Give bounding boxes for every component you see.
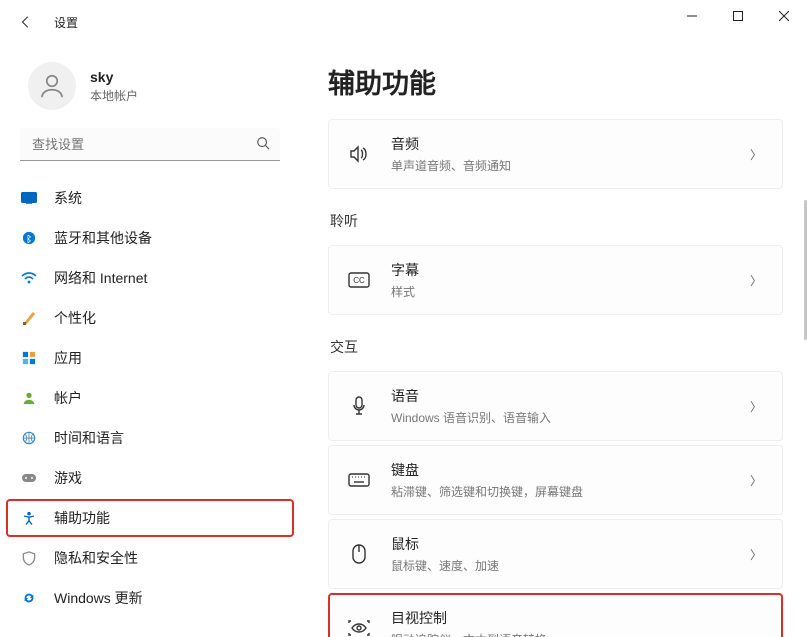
sidebar-item-label: 个性化 [54,308,96,328]
window-controls [669,0,807,32]
sidebar-item-time-language[interactable]: 时间和语言 [6,419,294,457]
maximize-icon [733,11,743,21]
minimize-button[interactable] [669,0,715,32]
brush-icon [20,309,38,327]
sidebar-item-accounts[interactable]: 帐户 [6,379,294,417]
globe-icon [20,429,38,447]
sidebar-item-windows-update[interactable]: Windows 更新 [6,579,294,617]
sidebar-item-label: 辅助功能 [54,508,110,528]
back-button[interactable] [8,4,44,40]
close-icon [779,11,789,21]
apps-icon [20,349,38,367]
main-content: 辅助功能 音频 单声道音频、音频通知 〉 聆听 CC 字幕 样式 〉 交互 语音… [300,44,807,637]
chevron-right-icon: 〉 [750,546,762,563]
maximize-button[interactable] [715,0,761,32]
person-icon [37,71,67,101]
card-keyboard[interactable]: 键盘 粘滞键、筛选键和切换键，屏幕键盘 〉 [328,445,783,515]
page-title: 辅助功能 [328,62,783,101]
card-text: 鼠标 鼠标键、速度、加速 [391,534,750,574]
svg-text:CC: CC [353,276,365,285]
card-text: 音频 单声道音频、音频通知 [391,134,750,174]
accessibility-icon [20,509,38,527]
sidebar-item-personalization[interactable]: 个性化 [6,299,294,337]
avatar [28,62,76,110]
sidebar-item-label: 应用 [54,348,82,368]
search-box[interactable] [20,128,280,161]
user-text: sky 本地帐户 [90,69,138,104]
section-interaction: 交互 [330,337,783,357]
gamepad-icon [20,469,38,487]
update-icon [20,589,38,607]
sidebar-item-label: 隐私和安全性 [54,548,138,568]
chevron-right-icon: 〉 [750,272,762,289]
mouse-icon [345,540,373,568]
sidebar-item-label: 游戏 [54,468,82,488]
card-audio[interactable]: 音频 单声道音频、音频通知 〉 [328,119,783,189]
nav-list: 系统 蓝牙和其他设备 网络和 Internet 个性化 应用 帐户 [0,179,300,617]
bluetooth-icon [20,229,38,247]
sidebar-item-label: 时间和语言 [54,428,124,448]
sidebar-item-label: 帐户 [54,388,82,408]
chevron-right-icon: 〉 [750,398,762,415]
sidebar-item-gaming[interactable]: 游戏 [6,459,294,497]
card-title: 键盘 [391,460,750,480]
card-text: 目视控制 眼动追踪仪，文本到语音转换 [391,608,768,637]
card-subtitle: 单声道音频、音频通知 [391,157,750,174]
card-subtitle: 粘滞键、筛选键和切换键，屏幕键盘 [391,483,750,500]
card-title: 字幕 [391,260,750,280]
sidebar: sky 本地帐户 系统 蓝牙和其他设备 网络和 Internet [0,44,300,637]
minimize-icon [687,11,697,21]
sidebar-item-bluetooth[interactable]: 蓝牙和其他设备 [6,219,294,257]
search-icon [256,136,270,153]
search-input[interactable] [32,137,256,152]
captions-icon: CC [345,266,373,294]
card-text: 字幕 样式 [391,260,750,300]
content-area: sky 本地帐户 系统 蓝牙和其他设备 网络和 Internet [0,44,807,637]
sidebar-item-accessibility[interactable]: 辅助功能 [6,499,294,537]
user-subtitle: 本地帐户 [90,87,138,104]
card-text: 语音 Windows 语音识别、语音输入 [391,386,750,426]
card-title: 鼠标 [391,534,750,554]
chevron-right-icon: 〉 [750,472,762,489]
card-title: 目视控制 [391,608,768,628]
speaker-icon [345,140,373,168]
card-speech[interactable]: 语音 Windows 语音识别、语音输入 〉 [328,371,783,441]
sidebar-item-network[interactable]: 网络和 Internet [6,259,294,297]
card-subtitle: Windows 语音识别、语音输入 [391,409,750,426]
section-hearing: 聆听 [330,211,783,231]
card-subtitle: 鼠标键、速度、加速 [391,557,750,574]
wifi-icon [20,269,38,287]
keyboard-icon [345,466,373,494]
sidebar-item-system[interactable]: 系统 [6,179,294,217]
arrow-left-icon [19,15,33,29]
card-title: 语音 [391,386,750,406]
shield-icon [20,549,38,567]
eye-control-icon [345,614,373,637]
display-icon [20,189,38,207]
chevron-right-icon: 〉 [750,146,762,163]
card-text: 键盘 粘滞键、筛选键和切换键，屏幕键盘 [391,460,750,500]
user-name: sky [90,69,138,85]
card-subtitle: 样式 [391,283,750,300]
card-eye-control[interactable]: 目视控制 眼动追踪仪，文本到语音转换 [328,593,783,637]
account-icon [20,389,38,407]
sidebar-item-label: 蓝牙和其他设备 [54,228,152,248]
sidebar-item-apps[interactable]: 应用 [6,339,294,377]
sidebar-item-label: 系统 [54,188,82,208]
card-title: 音频 [391,134,750,154]
card-subtitle: 眼动追踪仪，文本到语音转换 [391,631,768,637]
microphone-icon [345,392,373,420]
titlebar: 设置 [0,0,807,44]
sidebar-item-privacy[interactable]: 隐私和安全性 [6,539,294,577]
window-title: 设置 [54,14,78,31]
close-button[interactable] [761,0,807,32]
sidebar-item-label: 网络和 Internet [54,268,147,288]
card-captions[interactable]: CC 字幕 样式 〉 [328,245,783,315]
sidebar-item-label: Windows 更新 [54,588,143,608]
card-mouse[interactable]: 鼠标 鼠标键、速度、加速 〉 [328,519,783,589]
user-block[interactable]: sky 本地帐户 [0,54,300,128]
